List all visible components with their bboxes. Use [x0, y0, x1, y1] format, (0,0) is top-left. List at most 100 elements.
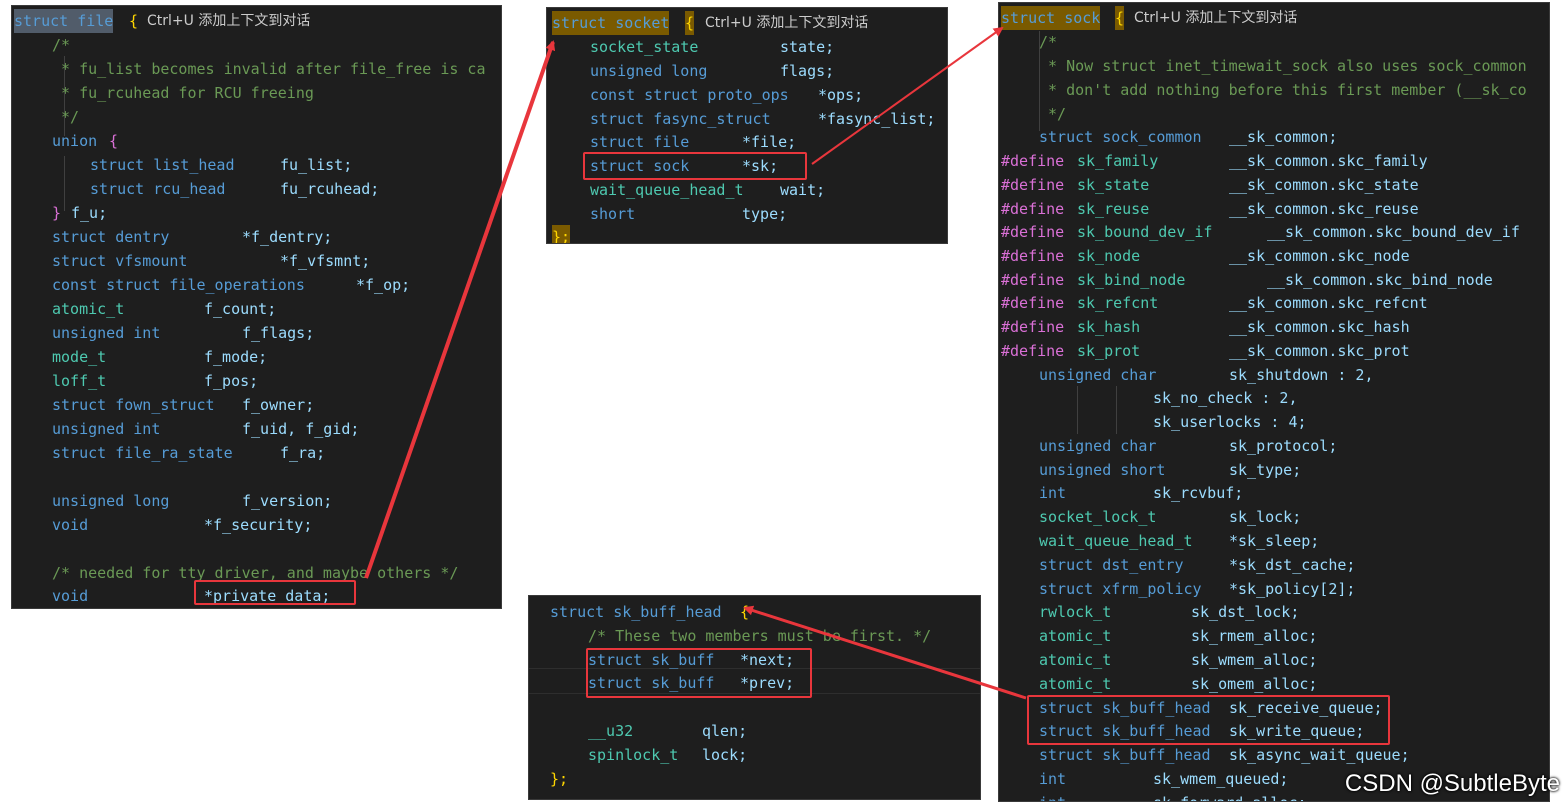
field-name: fu_rcuhead;: [280, 180, 380, 198]
macro-value: __sk_common.skc_node: [1229, 247, 1410, 265]
field-name: *f_vfsmnt;: [280, 252, 371, 270]
field-name: *ops;: [818, 86, 864, 104]
highlight-next-prev: [586, 648, 812, 698]
field-name: f_mode;: [204, 348, 268, 366]
code-panel-struct-socket: struct socket { Ctrl+U 添加上下文到对话 socket_s…: [546, 7, 948, 244]
field-name: *sk_dst_cache;: [1229, 556, 1356, 574]
field-name: sk_userlocks : 4;: [1153, 413, 1307, 431]
open-brace: {: [685, 11, 695, 35]
macro-value: __sk_common.skc_prot: [1229, 342, 1410, 360]
field-type: wait_queue_head_t: [1039, 532, 1193, 550]
define-directive: #define: [1001, 176, 1065, 194]
macro-value: __sk_common.skc_bound_dev_if: [1267, 223, 1520, 241]
open-brace: {: [740, 603, 750, 621]
field-name: f_count;: [204, 300, 277, 318]
struct-socket-keyword: struct socket: [552, 11, 670, 35]
highlight-private-data: [194, 580, 356, 605]
code-panel-struct-sk-buff-head: struct sk_buff_head { /* These two membe…: [528, 595, 981, 800]
field-type: struct fasync_struct: [590, 110, 771, 128]
comment-line: * don't add nothing before this first me…: [1039, 81, 1527, 99]
field-name: sk_lock;: [1229, 508, 1302, 526]
field-type: __u32: [588, 722, 634, 740]
macro-value: __sk_common.skc_hash: [1229, 318, 1410, 336]
comment-line: */: [1039, 105, 1067, 123]
field-type: short: [590, 205, 636, 223]
field-type: atomic_t: [1039, 675, 1112, 693]
csdn-watermark: CSDN @SubtleByte: [1344, 770, 1560, 797]
field-type: loff_t: [52, 372, 107, 390]
field-name: *fasync_list;: [818, 110, 936, 128]
field-name: sk_no_check : 2,: [1153, 389, 1298, 407]
field-name: sk_async_wait_queue;: [1229, 746, 1410, 764]
field-name: sk_wmem_queued;: [1153, 770, 1289, 788]
field-type: unsigned long: [590, 62, 708, 80]
field-type: unsigned long: [52, 492, 170, 510]
field-type: atomic_t: [1039, 627, 1112, 645]
context-hint: Ctrl+U 添加上下文到对话: [1134, 10, 1298, 26]
field-type: struct xfrm_policy: [1039, 580, 1202, 598]
field-name: sk_rmem_alloc;: [1191, 627, 1318, 645]
macro-name: sk_prot: [1077, 342, 1141, 360]
field-type: socket_lock_t: [1039, 508, 1157, 526]
field-type: struct sock_common: [1039, 128, 1202, 146]
macro-name: sk_node: [1077, 247, 1141, 265]
field-name: wait;: [780, 181, 826, 199]
field-name: f_version;: [242, 492, 333, 510]
comment-line: /*: [52, 36, 71, 54]
field-name: f_pos;: [204, 372, 259, 390]
close-brace: };: [550, 770, 569, 788]
macro-value: __sk_common.skc_bind_node: [1267, 271, 1493, 289]
field-type: struct sk_buff_head: [1039, 746, 1211, 764]
context-hint: Ctrl+U 添加上下文到对话: [147, 13, 311, 29]
field-type: const struct file_operations: [52, 276, 305, 294]
field-name: sk_forward_alloc;: [1153, 791, 1307, 801]
code-panel-struct-sock: struct sock { Ctrl+U 添加上下文到对话 /* * Now s…: [998, 2, 1550, 802]
macro-value: __sk_common.skc_family: [1229, 152, 1428, 170]
define-directive: #define: [1001, 152, 1065, 170]
field-type: spinlock_t: [588, 746, 679, 764]
field-name: sk_rcvbuf;: [1153, 484, 1244, 502]
field-name: f_owner;: [242, 396, 315, 414]
comment-line: * fu_rcuhead for RCU freeing: [52, 84, 314, 102]
comment-line: * fu_list becomes invalid after file_fre…: [52, 60, 486, 78]
field-type: mode_t: [52, 348, 107, 366]
highlight-sk-field: [583, 152, 807, 180]
field-type: unsigned int: [52, 324, 161, 342]
field-type: atomic_t: [52, 300, 125, 318]
field-name: sk_shutdown : 2,: [1229, 366, 1374, 384]
define-directive: #define: [1001, 200, 1065, 218]
field-name: sk_dst_lock;: [1191, 603, 1300, 621]
macro-name: sk_family: [1077, 152, 1159, 170]
field-name: f_ra;: [280, 444, 326, 462]
define-directive: #define: [1001, 271, 1065, 289]
macro-value: __sk_common.skc_reuse: [1229, 200, 1419, 218]
context-hint: Ctrl+U 添加上下文到对话: [705, 15, 869, 31]
field-name: *f_dentry;: [242, 228, 333, 246]
define-directive: #define: [1001, 247, 1065, 265]
field-name: sk_type;: [1229, 461, 1302, 479]
field-name: *f_op;: [356, 276, 411, 294]
field-type: int: [1039, 484, 1067, 502]
field-type: unsigned int: [52, 420, 161, 438]
macro-value: __sk_common.skc_refcnt: [1229, 294, 1428, 312]
close-brace: };: [552, 225, 571, 243]
field-type: atomic_t: [1039, 651, 1112, 669]
comment-line: */: [52, 108, 80, 126]
field-name: f_uid, f_gid;: [242, 420, 360, 438]
comment-line: /*: [1039, 33, 1058, 51]
macro-name: sk_bind_node: [1077, 271, 1186, 289]
define-directive: #define: [1001, 318, 1065, 336]
macro-name: sk_state: [1077, 176, 1150, 194]
macro-name: sk_reuse: [1077, 200, 1150, 218]
field-type: struct dst_entry: [1039, 556, 1184, 574]
field-name: state;: [780, 38, 835, 56]
field-name: fu_list;: [280, 156, 353, 174]
field-name: qlen;: [702, 722, 748, 740]
field-type: struct file_ra_state: [52, 444, 233, 462]
field-type: struct fown_struct: [52, 396, 215, 414]
union-keyword: union: [52, 132, 98, 150]
field-name: *file;: [742, 133, 797, 151]
open-brace: {: [129, 12, 139, 30]
field-type: wait_queue_head_t: [590, 181, 744, 199]
macro-name: sk_hash: [1077, 318, 1141, 336]
